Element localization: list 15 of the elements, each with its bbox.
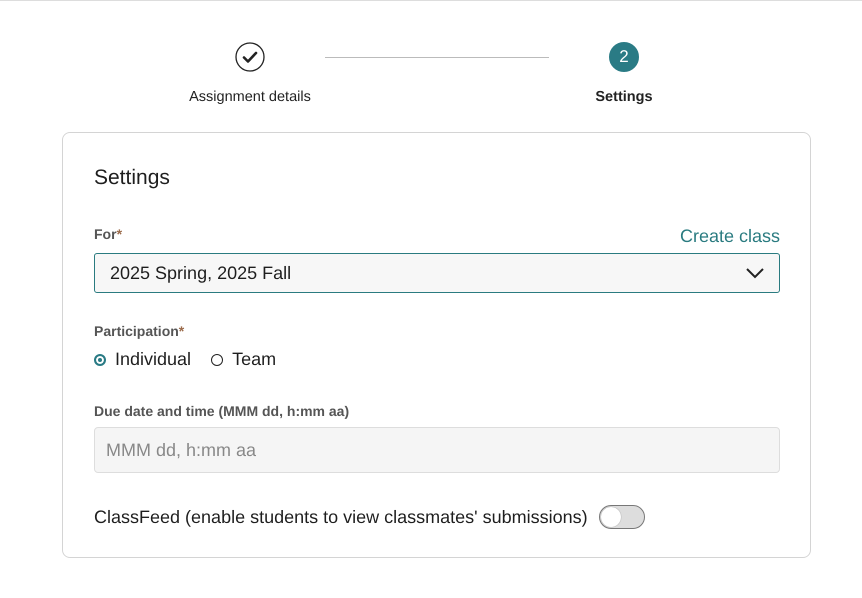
field-label: Due date and time (MMM dd, h:mm aa): [94, 403, 350, 419]
step-label: Settings: [595, 89, 653, 105]
field-label: Participation*: [94, 323, 184, 339]
radio-option[interactable]: Individual: [94, 349, 192, 370]
due-date-field[interactable]: MMM dd, h:mm aa: [94, 427, 780, 473]
step-number: 2: [609, 42, 639, 72]
card-title: Settings: [94, 166, 171, 190]
class-dropdown[interactable]: 2025 Spring, 2025 Fall: [94, 253, 780, 293]
chevron-down-icon: [746, 268, 764, 278]
step-label: Assignment details: [189, 89, 311, 105]
classfeed-toggle[interactable]: [598, 505, 645, 529]
field-label: For*: [94, 226, 122, 242]
create-class-link[interactable]: Create class: [680, 226, 780, 247]
radio-option[interactable]: Team: [211, 349, 276, 370]
classfeed-label: ClassFeed (enable students to view classmates' submissions): [94, 506, 588, 528]
